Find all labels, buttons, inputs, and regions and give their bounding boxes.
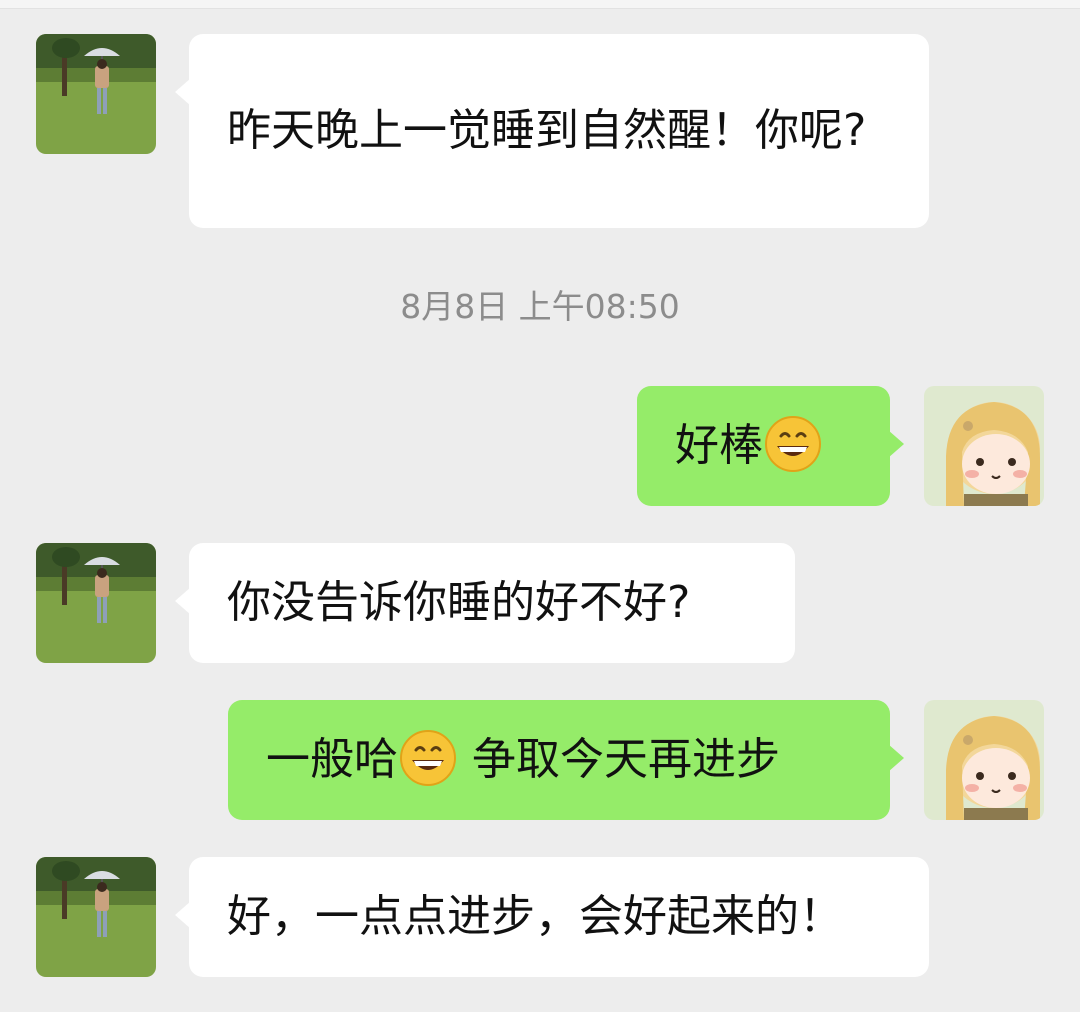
contact-avatar[interactable] bbox=[36, 857, 156, 977]
grinning-emoji-icon bbox=[398, 728, 458, 788]
timestamp: 8月8日 上午08:50 bbox=[400, 287, 680, 326]
cartoon-girl-icon bbox=[924, 386, 1044, 506]
chat-window: 昨天晚上一觉睡到自然醒！你呢? 8月8日 上午08:50 好棒 你没告诉你睡的好… bbox=[0, 0, 1080, 1012]
message-bubble-incoming[interactable]: 好，一点点进步，会好起来的！ bbox=[175, 857, 929, 977]
my-avatar[interactable] bbox=[924, 700, 1044, 820]
grinning-emoji-icon bbox=[763, 414, 823, 474]
contact-avatar[interactable] bbox=[36, 543, 156, 663]
message-text: 昨天晚上一觉睡到自然醒！你呢? bbox=[227, 105, 867, 156]
message-bubble-outgoing[interactable]: 一般哈 争取今天再进步 bbox=[228, 700, 904, 820]
umbrella-photo-icon bbox=[36, 34, 156, 154]
header-divider bbox=[0, 0, 1080, 9]
message-bubble-outgoing[interactable]: 好棒 bbox=[637, 386, 904, 506]
message-text: 好，一点点进步，会好起来的！ bbox=[227, 891, 843, 942]
umbrella-photo-icon bbox=[36, 543, 156, 663]
my-avatar[interactable] bbox=[924, 386, 1044, 506]
message-bubble-incoming[interactable]: 你没告诉你睡的好不好? bbox=[175, 543, 795, 663]
cartoon-girl-icon bbox=[924, 700, 1044, 820]
message-text: 好棒 bbox=[675, 420, 763, 471]
umbrella-photo-icon bbox=[36, 857, 156, 977]
message-text: 争取今天再进步 bbox=[458, 734, 780, 785]
message-text: 一般哈 bbox=[266, 734, 398, 785]
message-text: 你没告诉你睡的好不好? bbox=[227, 577, 691, 628]
contact-avatar[interactable] bbox=[36, 34, 156, 154]
message-bubble-incoming[interactable]: 昨天晚上一觉睡到自然醒！你呢? bbox=[175, 34, 929, 228]
